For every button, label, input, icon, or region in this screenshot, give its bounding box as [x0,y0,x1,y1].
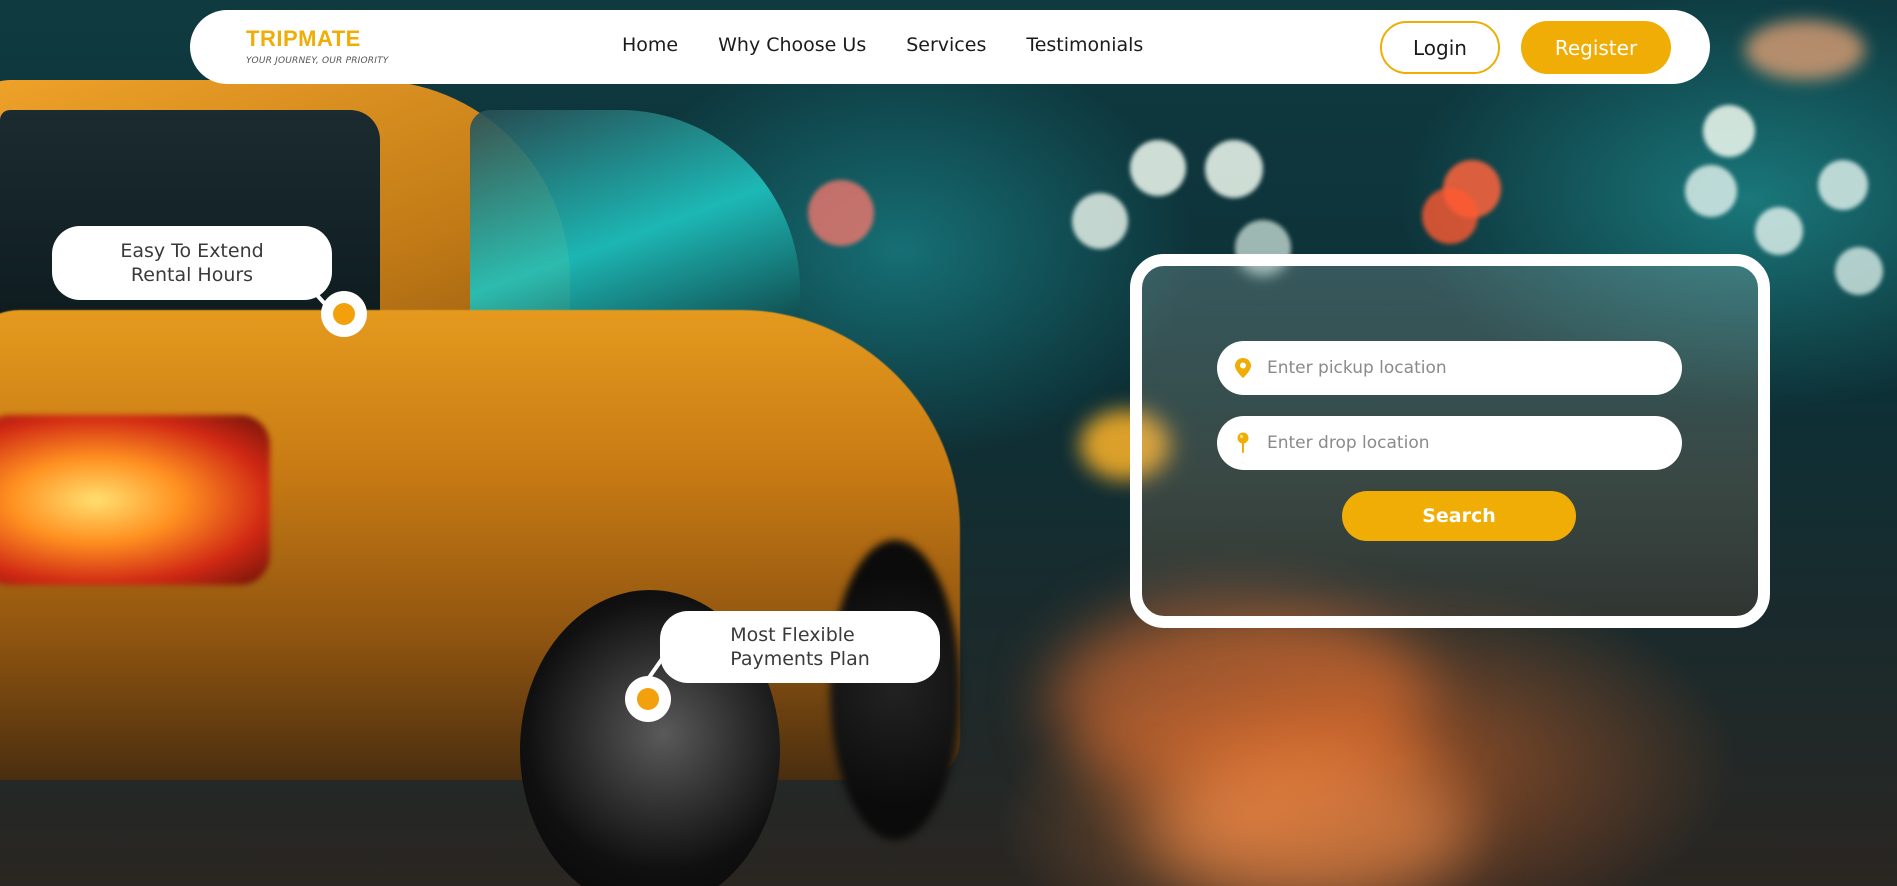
taxi-tail-light [0,415,270,585]
login-button[interactable]: Login [1380,21,1500,74]
top-navbar: TRIPMATE YOUR JOURNEY, OUR PRIORITY Home… [190,10,1710,84]
taxi-front-wheel [830,540,960,840]
bokeh-light [1818,160,1868,210]
nav-links: Home Why Choose Us Services Testimonials [622,34,1143,56]
pickup-location-input[interactable] [1265,357,1649,379]
bokeh-light [1745,20,1865,80]
hotspot-dot[interactable] [625,676,671,722]
pickup-location-field[interactable] [1217,341,1682,395]
hotspot-dot[interactable] [321,291,367,337]
bokeh-light [1130,140,1186,196]
nav-link-why-choose-us[interactable]: Why Choose Us [718,34,866,56]
register-button[interactable]: Register [1521,21,1671,74]
callout-line: Most Flexible [730,624,855,646]
brand-name: TRIPMATE [246,26,361,51]
nav-link-services[interactable]: Services [906,34,986,56]
bokeh-light [1703,105,1755,157]
callout-line: Rental Hours [130,264,254,286]
bokeh-light [1755,207,1803,255]
feature-callout-extend-hours: Easy To Extend Rental Hours [52,226,332,300]
bokeh-light [1685,165,1737,217]
callout-line: Payments Plan [730,648,870,670]
pushpin-icon [1233,432,1253,454]
brand-tagline: YOUR JOURNEY, OUR PRIORITY [246,56,389,66]
nav-link-home[interactable]: Home [622,34,678,56]
search-button[interactable]: Search [1342,491,1576,541]
bokeh-light [1422,188,1478,244]
nav-link-testimonials[interactable]: Testimonials [1026,34,1143,56]
feature-callout-flexible-payments: Most Flexible Payments Plan [660,611,940,683]
taxi-car-image [0,70,1010,886]
callout-text: Easy To Extend Rental Hours [120,239,263,287]
callout-line: Easy To Extend [120,240,264,262]
drop-location-input[interactable] [1265,432,1649,454]
brand-logo[interactable]: TRIPMATE YOUR JOURNEY, OUR PRIORITY [246,26,389,66]
callout-text: Most Flexible Payments Plan [730,623,870,671]
bokeh-light [1835,247,1883,295]
bokeh-light [1205,140,1263,198]
bokeh-light [1072,193,1128,249]
map-pin-icon [1233,357,1253,379]
drop-location-field[interactable] [1217,416,1682,470]
